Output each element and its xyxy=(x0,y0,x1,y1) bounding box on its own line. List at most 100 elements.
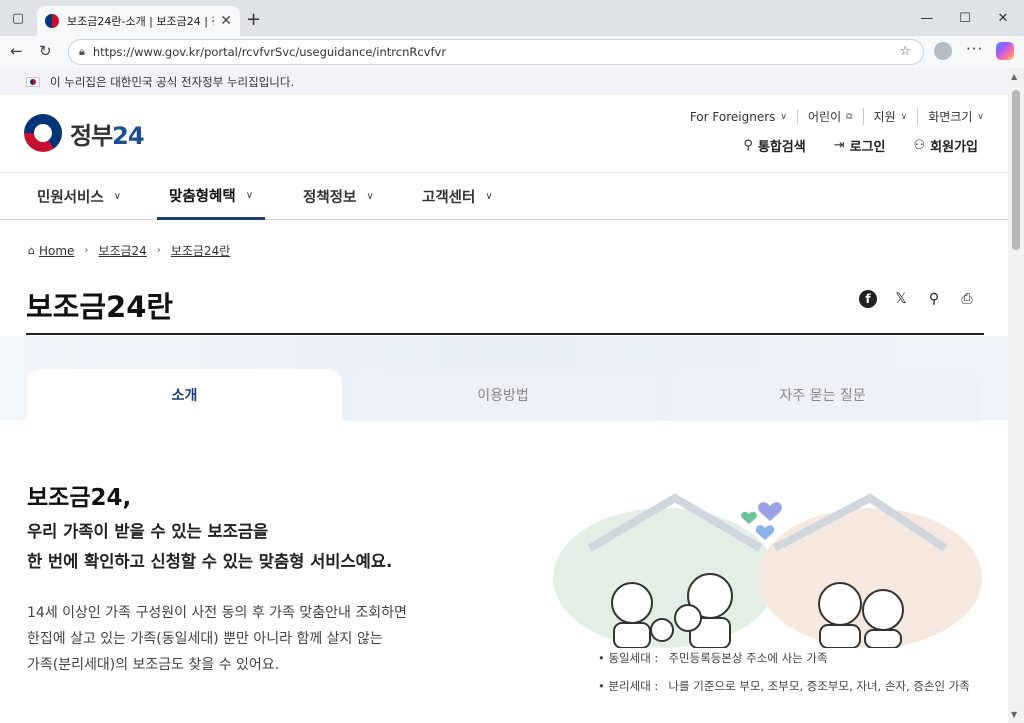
page-scrollbar[interactable]: ▲ ▼ xyxy=(1008,68,1024,723)
util-support[interactable]: 지원 ∨ xyxy=(864,108,919,125)
taeguk-logo-icon xyxy=(24,114,62,152)
profile-avatar-icon[interactable] xyxy=(934,42,952,60)
refresh-icon[interactable]: ↻ xyxy=(39,42,52,60)
signup-button[interactable]: ⚇ 회원가입 xyxy=(914,136,979,155)
chevron-down-icon: ∨ xyxy=(900,111,908,122)
intro-description: 14세 이상인 가족 구성원이 사전 동의 후 가족 맞춤안내 조회하면 한집에… xyxy=(27,600,407,678)
util-label: For Foreigners xyxy=(689,109,776,124)
legend-def: 주민등록등본상 주소에 사는 가족 xyxy=(668,651,828,665)
site-logo[interactable]: 정부24 xyxy=(24,114,145,152)
legend-item: • 동일세대 : 주민등록등본상 주소에 사는 가족 xyxy=(598,644,970,672)
favorite-star-icon[interactable]: ☆ xyxy=(899,44,911,59)
util-screen-size[interactable]: 화면크기 ∨ xyxy=(918,108,984,125)
gov-official-banner: 이 누리집은 대한민국 공식 전자정부 누리집입니다. xyxy=(0,68,1008,95)
new-tab-icon[interactable]: + xyxy=(246,9,261,30)
search-button[interactable]: ⚲ 통합검색 xyxy=(743,136,805,155)
breadcrumb: ⌂ Home › 보조금24 › 보조금24란 xyxy=(28,242,236,259)
login-button[interactable]: ⇥ 로그인 xyxy=(834,136,886,155)
gnb-label: 맞춤형혜택 xyxy=(169,188,236,205)
chevron-down-icon: ∨ xyxy=(113,191,122,202)
tab-label: 이용방법 xyxy=(477,388,529,404)
url-field[interactable]: 🔒︎ https://www.gov.kr/portal/rcvfvrSvc/u… xyxy=(68,39,924,65)
browser-tab[interactable]: 보조금24란-소개 | 보조금24 | 정부 ✕ xyxy=(37,6,240,36)
gnb-label: 민원서비스 xyxy=(37,190,104,206)
tab-intro[interactable]: 소개 xyxy=(27,369,342,421)
illu-peach-bg xyxy=(758,508,982,648)
print-icon[interactable]: ⎙ xyxy=(958,290,976,308)
login-icon: ⇥ xyxy=(833,138,845,153)
util-foreigners[interactable]: For Foreigners ∨ xyxy=(680,109,798,124)
chevron-down-icon: ∨ xyxy=(485,191,493,202)
url-text: https://www.gov.kr/portal/rcvfvrSvc/useg… xyxy=(92,45,447,59)
util-kids[interactable]: 어린이 ⧉ xyxy=(798,108,864,125)
title-divider xyxy=(26,333,984,335)
tab-faq[interactable]: 자주 묻는 질문 xyxy=(665,369,980,421)
logo-number: 24 xyxy=(112,121,144,150)
gov-banner-text: 이 누리집은 대한민국 공식 전자정부 누리집입니다. xyxy=(50,74,295,89)
search-label: 통합검색 xyxy=(757,140,806,155)
gnb-label: 정책정보 xyxy=(303,190,357,206)
intro-subheading-line-1: 우리 가족이 받을 수 있는 보조금을 xyxy=(27,522,269,541)
chevron-down-icon: ∨ xyxy=(366,191,374,202)
intro-heading: 보조금24, xyxy=(27,485,132,511)
utility-menu: For Foreigners ∨ 어린이 ⧉ 지원 ∨ 화면크기 ∨ xyxy=(680,108,984,125)
close-window-icon[interactable]: ✕ xyxy=(993,8,1013,28)
maximize-icon[interactable]: ☐ xyxy=(955,8,975,28)
tab-bar: ▢ 보조금24란-소개 | 보조금24 | 정부 ✕ + — ☐ ✕ xyxy=(0,0,1024,36)
intro-desc-line-2: 한집에 살고 있는 가족(동일세대) 뿐만 아니라 함께 살지 않는 xyxy=(27,631,383,647)
intro-subheading: 우리 가족이 받을 수 있는 보조금을 한 번에 확인하고 신청할 수 있는 맞… xyxy=(27,517,392,577)
link-copy-icon[interactable]: ⚲ xyxy=(925,290,943,308)
copilot-icon[interactable] xyxy=(996,42,1014,60)
household-legend: • 동일세대 : 주민등록등본상 주소에 사는 가족 • 분리세대 : 나를 기준으… xyxy=(598,644,970,700)
tab-label: 자주 묻는 질문 xyxy=(779,388,866,404)
family-illustration xyxy=(553,493,982,648)
logo-wordmark: 정부24 xyxy=(70,116,145,151)
x-twitter-icon[interactable]: 𝕏 xyxy=(892,290,910,308)
back-arrow-icon[interactable]: ← xyxy=(10,42,23,60)
gnb-custom-benefits[interactable]: 맞춤형혜택 ∨ xyxy=(157,173,266,220)
page-title: 보조금24란 xyxy=(26,290,174,324)
tab-how-to-use[interactable]: 이용방법 xyxy=(346,369,660,421)
chevron-down-icon: ∨ xyxy=(977,111,984,122)
external-link-icon: ⧉ xyxy=(846,111,853,122)
signup-label: 회원가입 xyxy=(930,140,978,155)
add-user-icon: ⚇ xyxy=(913,138,926,153)
facebook-icon[interactable]: f xyxy=(859,290,877,308)
tab-label: 소개 xyxy=(171,388,198,404)
scrollbar-thumb[interactable] xyxy=(1012,90,1020,250)
scroll-down-icon[interactable]: ▼ xyxy=(1011,710,1017,719)
scroll-up-icon[interactable]: ▲ xyxy=(1011,72,1017,81)
gnb-customer-center[interactable]: 고객센터 ∨ xyxy=(422,173,493,220)
more-options-icon[interactable]: ··· xyxy=(966,40,983,58)
chevron-down-icon: ∨ xyxy=(245,189,254,201)
content-tab-area: 소개 이용방법 자주 묻는 질문 xyxy=(0,336,1008,421)
header-actions: ⚲ 통합검색 ⇥ 로그인 ⚇ 회원가입 xyxy=(715,136,978,155)
home-icon: ⌂ xyxy=(28,244,35,257)
gnb-policy-info[interactable]: 정책정보 ∨ xyxy=(303,173,374,220)
main-navigation: 민원서비스 ∨ 맞춤형혜택 ∨ 정책정보 ∨ 고객센터 ∨ xyxy=(0,172,1008,220)
legend-term: 분리세대 : xyxy=(608,679,659,693)
gov-favicon-icon xyxy=(45,14,59,28)
legend-term: 동일세대 : xyxy=(608,651,659,665)
chevron-right-icon: › xyxy=(156,245,161,256)
korea-flag-icon xyxy=(26,76,40,87)
util-label: 화면크기 xyxy=(928,110,973,124)
intro-desc-line-3: 가족(분리세대)의 보조금도 찾을 수 있어요. xyxy=(27,657,280,673)
close-tab-icon[interactable]: ✕ xyxy=(220,13,232,29)
breadcrumb-current[interactable]: 보조금24란 xyxy=(171,242,230,259)
login-label: 로그인 xyxy=(849,140,886,155)
breadcrumb-subsidy24[interactable]: 보조금24 xyxy=(98,242,146,259)
chevron-down-icon: ∨ xyxy=(780,111,787,122)
intro-subheading-line-2: 한 번에 확인하고 신청할 수 있는 맞춤형 서비스예요. xyxy=(27,552,393,571)
tab-actions-icon[interactable]: ▢ xyxy=(8,8,28,28)
minimize-icon[interactable]: — xyxy=(917,8,937,28)
breadcrumb-home[interactable]: Home xyxy=(39,244,74,258)
intro-desc-line-1: 14세 이상인 가족 구성원이 사전 동의 후 가족 맞춤안내 조회하면 xyxy=(27,605,407,621)
site-info-icon[interactable]: 🔒︎ xyxy=(79,45,85,59)
page-viewport: 이 누리집은 대한민국 공식 전자정부 누리집입니다. 정부24 For For… xyxy=(0,68,1008,723)
gnb-civil-service[interactable]: 민원서비스 ∨ xyxy=(37,173,121,220)
logo-text: 정부 xyxy=(70,121,113,150)
browser-window: ▢ 보조금24란-소개 | 보조금24 | 정부 ✕ + — ☐ ✕ ← ↻ 🔒… xyxy=(0,0,1024,723)
chevron-right-icon: › xyxy=(84,245,89,256)
search-icon: ⚲ xyxy=(743,138,753,153)
